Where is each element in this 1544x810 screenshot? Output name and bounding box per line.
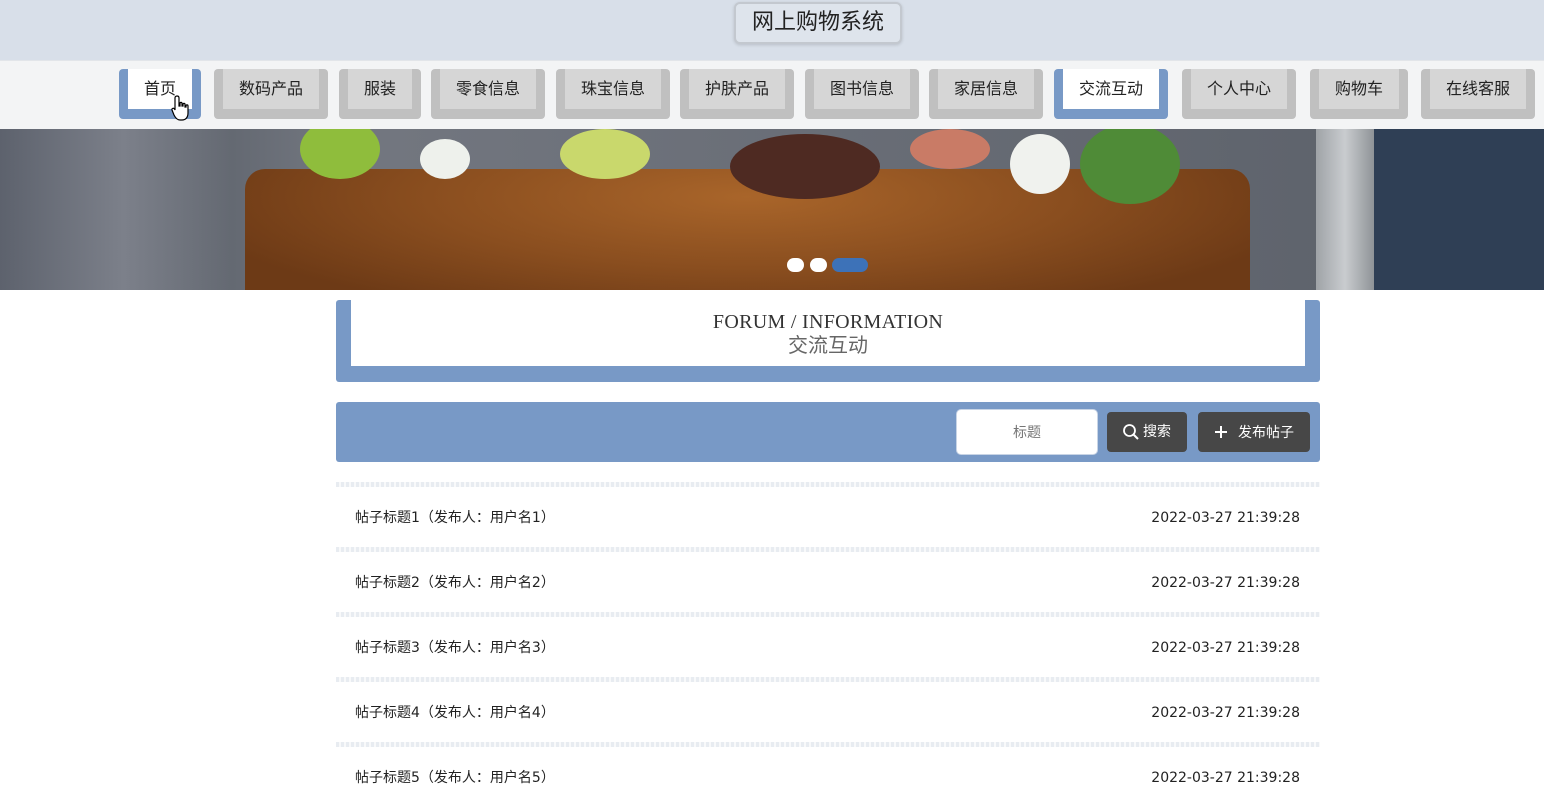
nav-item-label: 交流互动 bbox=[1063, 69, 1159, 109]
post-row[interactable]: 帖子标题3（发布人：用户名3） 2022-03-27 21:39:28 bbox=[336, 617, 1320, 677]
nav-item-support[interactable]: 在线客服 bbox=[1421, 69, 1535, 119]
search-button-label: 搜索 bbox=[1143, 424, 1171, 440]
banner-decoration bbox=[910, 129, 990, 169]
site-title: 网上购物系统 bbox=[734, 2, 902, 44]
plus-icon bbox=[1215, 426, 1227, 438]
section-title-en: FORUM / INFORMATION bbox=[712, 311, 944, 333]
search-button[interactable]: 搜索 bbox=[1107, 412, 1187, 452]
banner-decoration bbox=[420, 139, 470, 179]
post-time: 2022-03-27 21:39:28 bbox=[1151, 510, 1300, 526]
banner-decoration bbox=[1374, 129, 1544, 290]
nav-item-profile[interactable]: 个人中心 bbox=[1182, 69, 1296, 119]
nav-item-label: 购物车 bbox=[1319, 69, 1399, 109]
nav-item-label: 护肤产品 bbox=[689, 69, 785, 109]
carousel-dot-2[interactable] bbox=[810, 258, 827, 272]
nav-item-skincare[interactable]: 护肤产品 bbox=[680, 69, 794, 119]
section-header: FORUM / INFORMATION 交流互动 bbox=[336, 300, 1320, 382]
nav-item-clothing[interactable]: 服装 bbox=[339, 69, 421, 119]
hand-cursor-icon bbox=[171, 95, 189, 121]
carousel-dot-3[interactable] bbox=[832, 258, 868, 272]
section-title-zh: 交流互动 bbox=[788, 335, 868, 357]
post-row[interactable]: 帖子标题4（发布人：用户名4） 2022-03-27 21:39:28 bbox=[336, 682, 1320, 742]
post-title[interactable]: 帖子标题5（发布人：用户名5） bbox=[355, 747, 555, 810]
nav-item-label: 在线客服 bbox=[1430, 69, 1526, 109]
nav-item-label: 图书信息 bbox=[814, 69, 910, 109]
section-header-card: FORUM / INFORMATION 交流互动 bbox=[351, 300, 1305, 366]
nav-item-label: 数码产品 bbox=[223, 69, 319, 109]
nav-item-jewelry[interactable]: 珠宝信息 bbox=[556, 69, 670, 119]
post-time: 2022-03-27 21:39:28 bbox=[1151, 705, 1300, 721]
nav-item-label: 零食信息 bbox=[440, 69, 536, 109]
post-time: 2022-03-27 21:39:28 bbox=[1151, 770, 1300, 786]
post-row[interactable]: 帖子标题1（发布人：用户名1） 2022-03-27 21:39:28 bbox=[336, 487, 1320, 547]
nav-item-snacks[interactable]: 零食信息 bbox=[431, 69, 545, 119]
title-search-input[interactable] bbox=[957, 410, 1097, 454]
post-title[interactable]: 帖子标题3（发布人：用户名3） bbox=[355, 617, 555, 680]
nav-item-label: 服装 bbox=[348, 69, 412, 109]
nav-item-digital[interactable]: 数码产品 bbox=[214, 69, 328, 119]
nav-item-home-goods[interactable]: 家居信息 bbox=[929, 69, 1043, 119]
post-thread-button[interactable]: 发布帖子 bbox=[1198, 412, 1310, 452]
post-row[interactable]: 帖子标题2（发布人：用户名2） 2022-03-27 21:39:28 bbox=[336, 552, 1320, 612]
nav-item-forum[interactable]: 交流互动 bbox=[1054, 69, 1168, 119]
nav-item-label: 家居信息 bbox=[938, 69, 1034, 109]
banner-decoration bbox=[1010, 134, 1070, 194]
banner-decoration bbox=[560, 129, 650, 179]
nav-item-books[interactable]: 图书信息 bbox=[805, 69, 919, 119]
nav-item-label: 个人中心 bbox=[1191, 69, 1287, 109]
nav-item-label: 珠宝信息 bbox=[565, 69, 661, 109]
nav-item-cart[interactable]: 购物车 bbox=[1310, 69, 1408, 119]
post-row[interactable]: 帖子标题5（发布人：用户名5） 2022-03-27 21:39:28 bbox=[336, 747, 1320, 807]
post-title[interactable]: 帖子标题2（发布人：用户名2） bbox=[355, 552, 555, 615]
post-title[interactable]: 帖子标题1（发布人：用户名1） bbox=[355, 487, 555, 550]
header: 网上购物系统 bbox=[0, 0, 1544, 60]
post-time: 2022-03-27 21:39:28 bbox=[1151, 640, 1300, 656]
banner-decoration bbox=[1316, 129, 1374, 290]
banner-decoration bbox=[730, 134, 880, 199]
search-toolbar: 搜索 发布帖子 bbox=[336, 402, 1320, 462]
post-title[interactable]: 帖子标题4（发布人：用户名4） bbox=[355, 682, 555, 745]
main-nav: 首页 数码产品 服装 零食信息 珠宝信息 护肤产品 图书信息 家居信息 交流互动… bbox=[0, 60, 1544, 129]
post-list: 帖子标题1（发布人：用户名1） 2022-03-27 21:39:28 帖子标题… bbox=[336, 482, 1320, 807]
carousel-dot-1[interactable] bbox=[787, 258, 804, 272]
magnifier-icon bbox=[1123, 424, 1139, 440]
post-thread-button-label: 发布帖子 bbox=[1238, 425, 1294, 441]
post-time: 2022-03-27 21:39:28 bbox=[1151, 575, 1300, 591]
banner-carousel bbox=[0, 129, 1544, 290]
